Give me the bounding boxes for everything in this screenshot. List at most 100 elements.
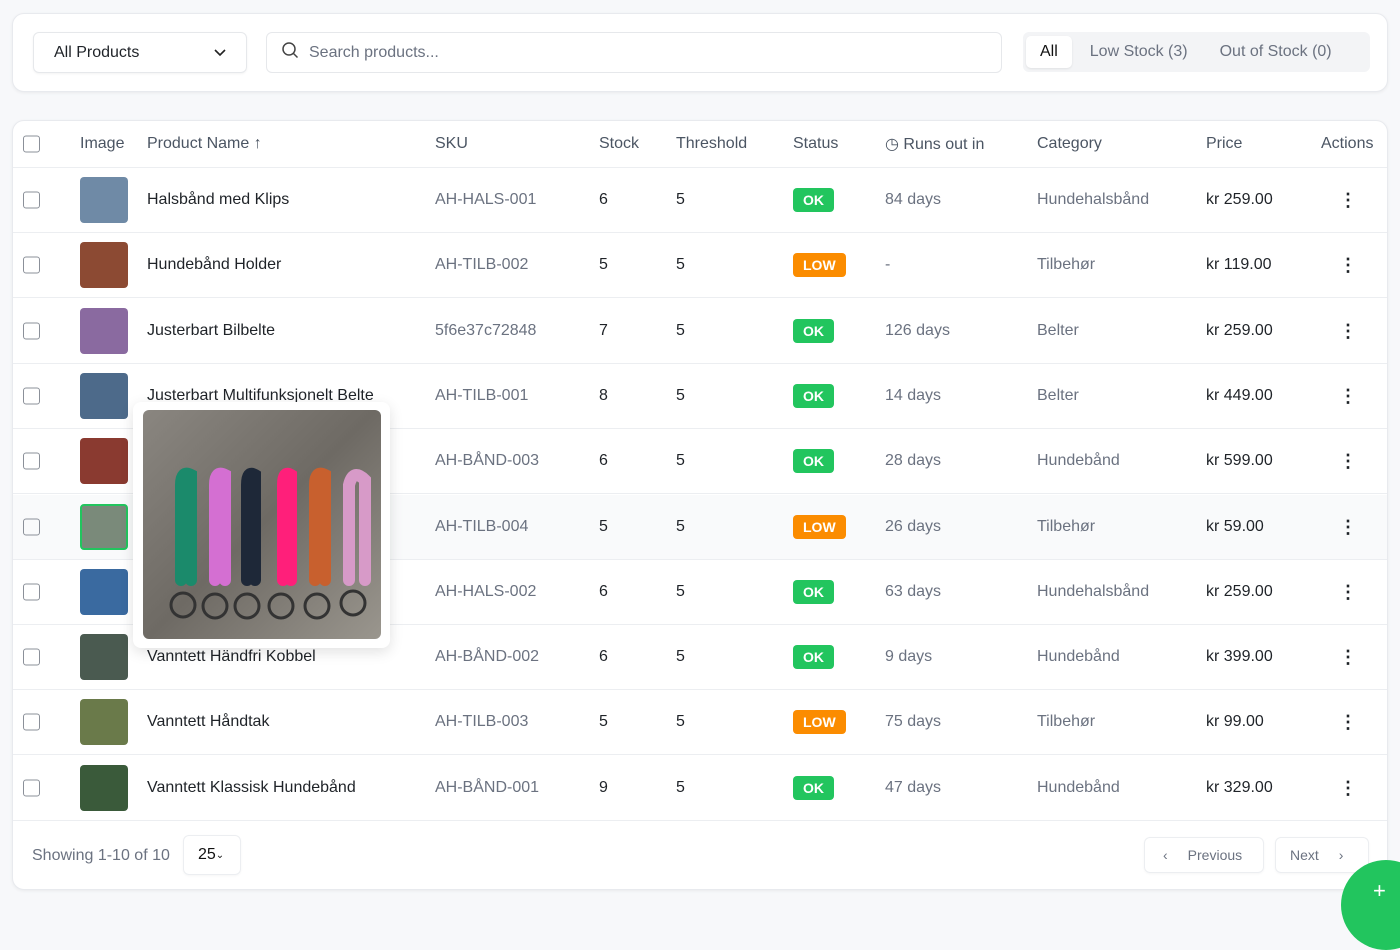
- previous-label: Previous: [1187, 847, 1243, 863]
- header-stock[interactable]: Stock: [599, 135, 639, 153]
- row-checkbox[interactable]: [23, 322, 40, 340]
- sku: AH-BÅND-003: [435, 452, 540, 470]
- product-thumbnail[interactable]: [80, 438, 128, 485]
- row-checkbox[interactable]: [23, 518, 40, 535]
- product-thumbnail[interactable]: [80, 699, 128, 746]
- stock: 6: [599, 648, 608, 666]
- product-thumbnail[interactable]: [80, 764, 128, 811]
- price: kr 399.00: [1206, 648, 1273, 666]
- more-actions-icon[interactable]: ⋮: [1339, 583, 1357, 601]
- product-thumbnail[interactable]: [80, 568, 128, 615]
- more-actions-icon[interactable]: ⋮: [1339, 648, 1357, 666]
- sku: AH-TILB-002: [435, 256, 529, 274]
- price: kr 599.00: [1206, 452, 1273, 470]
- tab-all[interactable]: All: [1026, 36, 1072, 68]
- select-all-checkbox[interactable]: [23, 135, 40, 153]
- product-name[interactable]: Vanntett Håndtak: [147, 713, 269, 731]
- next-label: Next: [1290, 847, 1319, 863]
- threshold: 5: [676, 191, 685, 208]
- more-actions-icon[interactable]: ⋮: [1339, 452, 1357, 470]
- product-thumbnail[interactable]: [80, 503, 128, 550]
- price: kr 99.00: [1206, 713, 1264, 731]
- search-input[interactable]: Search products...: [266, 32, 1002, 73]
- leash-handles-image: [169, 467, 371, 620]
- threshold: 5: [676, 256, 685, 274]
- price: kr 329.00: [1206, 778, 1273, 796]
- sku: 5f6e37c72848: [435, 321, 537, 339]
- product-name[interactable]: Vanntett Händfri Kobbel: [147, 648, 316, 666]
- row-checkbox[interactable]: [23, 191, 40, 209]
- category: Hundebånd: [1037, 648, 1120, 666]
- row-checkbox[interactable]: [23, 387, 40, 405]
- category: Belter: [1037, 321, 1079, 339]
- threshold: 5: [676, 778, 685, 796]
- stock: 7: [599, 321, 608, 339]
- header-category[interactable]: Category: [1037, 135, 1102, 153]
- sku: AH-TILB-003: [435, 713, 529, 731]
- more-actions-icon[interactable]: ⋮: [1339, 518, 1357, 536]
- status-badge: LOW: [793, 253, 846, 278]
- product-name[interactable]: Justerbart Bilbelte: [147, 322, 275, 340]
- table-header: Image Product Name ↑ SKU Stock Threshold…: [13, 121, 1387, 168]
- previous-button[interactable]: ‹ Previous: [1144, 837, 1264, 873]
- image-preview-popup: [133, 402, 390, 648]
- row-checkbox[interactable]: [23, 713, 40, 731]
- runs-out: 63 days: [885, 582, 942, 600]
- stock: 6: [599, 452, 608, 470]
- threshold: 5: [676, 517, 685, 535]
- header-sku[interactable]: SKU: [435, 135, 468, 153]
- more-actions-icon[interactable]: ⋮: [1339, 191, 1357, 209]
- tab-out-of-stock[interactable]: Out of Stock (0): [1206, 36, 1346, 68]
- more-actions-icon[interactable]: ⋮: [1339, 256, 1357, 274]
- next-button[interactable]: Next ›: [1275, 837, 1369, 873]
- row-checkbox[interactable]: [23, 256, 40, 274]
- more-actions-icon[interactable]: ⋮: [1339, 779, 1357, 797]
- category: Belter: [1037, 386, 1079, 404]
- plus-icon: +: [1373, 878, 1386, 903]
- tab-low-stock[interactable]: Low Stock (3): [1076, 36, 1202, 68]
- price: kr 259.00: [1206, 321, 1273, 339]
- status-badge: OK: [793, 188, 834, 212]
- category: Hundehalsbånd: [1037, 191, 1150, 208]
- row-checkbox[interactable]: [23, 779, 40, 797]
- table-row: Justerbart Bilbelte 5f6e37c72848 7 5 OK …: [13, 299, 1387, 364]
- category: Hundebånd: [1037, 452, 1120, 470]
- sku: AH-HALS-002: [435, 582, 537, 600]
- stock-tabs: All Low Stock (3) Out of Stock (0): [1023, 32, 1370, 72]
- header-threshold[interactable]: Threshold: [676, 135, 747, 153]
- product-name[interactable]: Hundebånd Holder: [147, 256, 281, 274]
- header-runs-out[interactable]: ◷ Runs out in: [885, 134, 984, 154]
- header-product-name[interactable]: Product Name ↑: [147, 135, 262, 153]
- status-badge: OK: [793, 645, 834, 670]
- product-thumbnail[interactable]: [80, 307, 128, 354]
- product-thumbnail[interactable]: [80, 372, 128, 419]
- more-actions-icon[interactable]: ⋮: [1339, 322, 1357, 340]
- product-thumbnail[interactable]: [80, 242, 128, 289]
- price: kr 259.00: [1206, 582, 1273, 600]
- runs-out: -: [885, 256, 891, 274]
- row-checkbox[interactable]: [23, 583, 40, 601]
- more-actions-icon[interactable]: ⋮: [1339, 713, 1357, 731]
- row-checkbox[interactable]: [23, 452, 40, 470]
- page-size-select[interactable]: 25 ⌄: [183, 835, 241, 875]
- product-name[interactable]: Halsbånd med Klips: [147, 191, 289, 209]
- product-thumbnail[interactable]: [80, 634, 128, 681]
- header-price[interactable]: Price: [1206, 135, 1242, 153]
- status-badge: OK: [793, 579, 834, 604]
- price: kr 119.00: [1206, 256, 1272, 274]
- stock: 5: [599, 517, 608, 535]
- status-badge: OK: [793, 775, 834, 800]
- runs-out: 28 days: [885, 452, 942, 470]
- runs-out: 126 days: [885, 321, 950, 339]
- category: Tilbehør: [1037, 517, 1096, 535]
- category-select[interactable]: All Products: [33, 32, 247, 73]
- sku: AH-BÅND-001: [435, 778, 540, 796]
- product-thumbnail[interactable]: [80, 177, 128, 223]
- table-row: Vanntett Håndtak AH-TILB-003 5 5 LOW 75 …: [13, 690, 1387, 756]
- more-actions-icon[interactable]: ⋮: [1339, 387, 1357, 405]
- header-status[interactable]: Status: [793, 135, 838, 153]
- row-checkbox[interactable]: [23, 648, 40, 666]
- runs-out: 26 days: [885, 517, 942, 535]
- product-name[interactable]: Vanntett Klassisk Hundebånd: [147, 779, 356, 797]
- runs-out: 84 days: [885, 191, 942, 208]
